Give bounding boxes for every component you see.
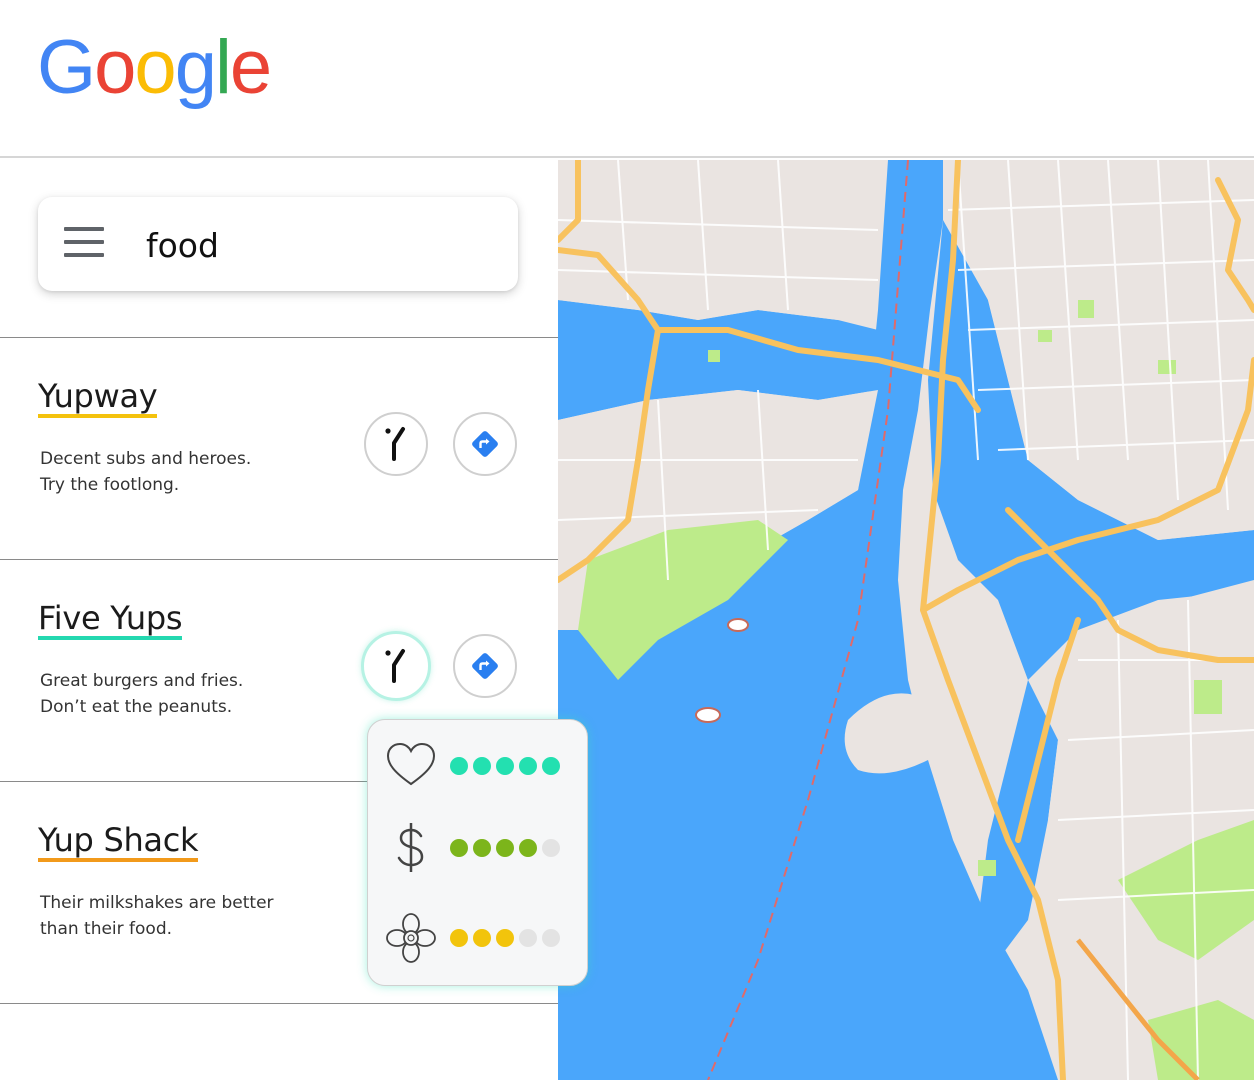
result-title: Yupway	[38, 379, 158, 418]
directions-icon	[472, 431, 498, 457]
map-view[interactable]	[558, 160, 1254, 1080]
heart-icon	[386, 742, 436, 786]
scale-pin-icon	[385, 427, 405, 461]
result-title: Yup Shack	[38, 823, 199, 862]
logo-letter: G	[37, 25, 96, 110]
description-line: Great burgers and fries.	[40, 671, 244, 691]
logo-letter: g	[174, 25, 217, 110]
divider	[0, 1003, 558, 1004]
description-line: Try the footlong.	[40, 475, 180, 495]
rating-dot-filled	[519, 757, 537, 775]
result-item[interactable]: Yupway Decent subs and heroes. Try the f…	[0, 338, 558, 559]
hamburger-menu-icon[interactable]	[64, 227, 104, 259]
description-line: than their food.	[40, 919, 173, 939]
rating-dot-filled	[473, 757, 491, 775]
rating-dot-filled	[473, 929, 491, 947]
description-line: Their milkshakes are better	[40, 893, 274, 913]
flower-icon	[386, 913, 436, 963]
result-description: Decent subs and heroes. Try the footlong…	[40, 446, 340, 498]
rating-dot-filled	[496, 757, 514, 775]
rating-row-price	[368, 820, 589, 876]
result-description: Great burgers and fries. Don’t eat the p…	[40, 668, 340, 720]
result-title: Five Yups	[38, 601, 183, 640]
rating-dot-filled	[450, 757, 468, 775]
scale-pin-icon	[385, 649, 405, 683]
rating-dot-filled	[496, 839, 514, 857]
result-description: Their milkshakes are better than their f…	[40, 890, 340, 942]
details-button[interactable]	[364, 412, 428, 476]
ratings-popup	[367, 719, 588, 986]
rating-row-ambience	[368, 910, 589, 966]
logo-letter: l	[214, 25, 232, 110]
rating-dot-filled	[450, 839, 468, 857]
logo-letter: e	[229, 25, 272, 110]
google-logo[interactable]: Google	[37, 25, 272, 110]
directions-button[interactable]	[453, 634, 517, 698]
header: Google	[0, 0, 1254, 158]
logo-letter: o	[94, 25, 136, 110]
search-box	[38, 197, 518, 291]
rating-row-love	[368, 738, 589, 794]
rating-dot-empty	[542, 839, 560, 857]
rating-dot-filled	[450, 929, 468, 947]
description-line: Don’t eat the peanuts.	[40, 697, 233, 717]
search-input[interactable]	[144, 219, 488, 271]
description-line: Decent subs and heroes.	[40, 449, 252, 469]
rating-dot-empty	[519, 929, 537, 947]
details-button-active[interactable]	[361, 631, 431, 701]
rating-dot-empty	[542, 929, 560, 947]
directions-icon	[472, 653, 498, 679]
rating-dot-filled	[542, 757, 560, 775]
dollar-icon	[397, 823, 424, 872]
map-canvas[interactable]	[558, 160, 1254, 1080]
logo-letter: o	[134, 25, 176, 110]
rating-dot-filled	[496, 929, 514, 947]
rating-dot-filled	[519, 839, 537, 857]
rating-dot-filled	[473, 839, 491, 857]
directions-button[interactable]	[453, 412, 517, 476]
